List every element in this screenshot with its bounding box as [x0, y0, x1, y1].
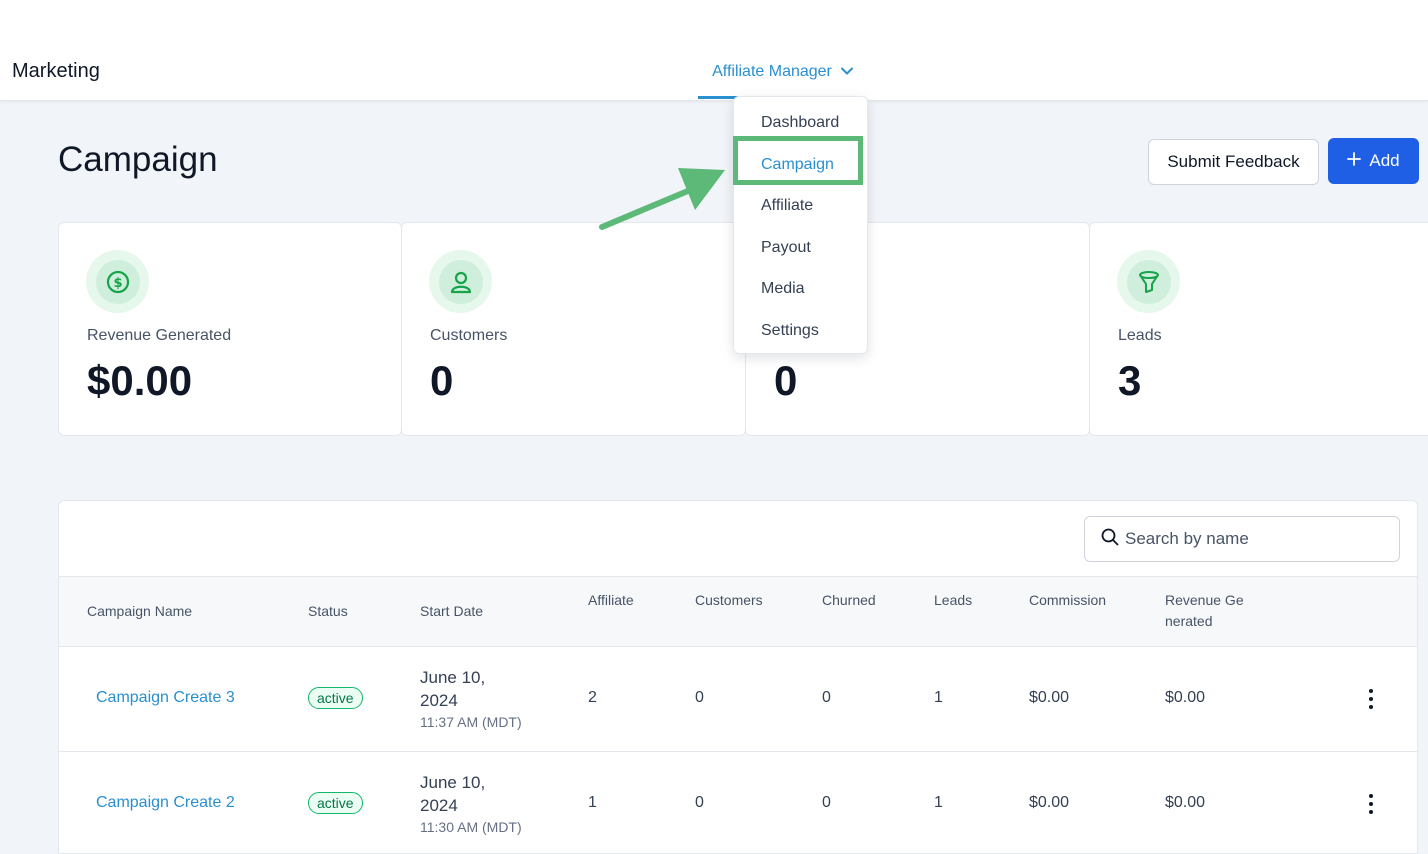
- column-header[interactable]: Churned: [822, 590, 877, 611]
- churned-count: 0: [822, 689, 831, 706]
- active-tab-indicator: [698, 96, 738, 99]
- column-header[interactable]: Revenue Generated: [1165, 590, 1245, 632]
- highlight-box: [733, 136, 863, 185]
- start-date: June 10, 2024: [420, 773, 486, 815]
- start-date: June 10, 2024: [420, 668, 486, 710]
- customers-count: 0: [695, 689, 704, 706]
- menu-item-media[interactable]: Media: [761, 280, 805, 298]
- leads-count: 1: [934, 689, 943, 706]
- churned-count: 0: [822, 794, 831, 811]
- affiliate-count: 1: [588, 794, 597, 811]
- plus-icon: [1347, 151, 1362, 171]
- page-title: Campaign: [58, 140, 218, 179]
- top-bar: Marketing Affiliate Manager: [0, 0, 1428, 101]
- affiliate-count: 2: [588, 689, 597, 706]
- search-icon: [1101, 528, 1119, 551]
- stat-card-customers: Customers 0: [401, 222, 746, 436]
- campaign-table: Campaign Name Status Start Date Affiliat…: [58, 500, 1418, 854]
- menu-item-payout[interactable]: Payout: [761, 239, 811, 257]
- stat-label: Leads: [1118, 327, 1162, 344]
- annotation-arrow-icon: [599, 168, 725, 230]
- stat-value: 3: [1118, 357, 1142, 404]
- campaign-name-link[interactable]: Campaign Create 2: [96, 794, 235, 812]
- column-header[interactable]: Start Date: [420, 601, 483, 622]
- column-header[interactable]: Affiliate: [588, 590, 638, 611]
- commission-value: $0.00: [1029, 689, 1070, 706]
- table-header: Campaign Name Status Start Date Affiliat…: [59, 576, 1417, 647]
- menu-item-dashboard[interactable]: Dashboard: [761, 114, 839, 132]
- user-icon: [429, 250, 492, 313]
- stat-label: Customers: [430, 327, 508, 344]
- stat-value: 0: [430, 357, 454, 404]
- column-header[interactable]: Leads: [934, 590, 974, 611]
- column-header[interactable]: Commission: [1029, 590, 1109, 611]
- search-input[interactable]: [1125, 529, 1385, 549]
- affiliate-manager-menu[interactable]: Affiliate Manager: [698, 60, 868, 101]
- revenue-value: $0.00: [1165, 794, 1206, 811]
- table-row: Campaign Create 3 active June 10, 2024 1…: [59, 647, 1417, 752]
- menu-item-settings[interactable]: Settings: [761, 322, 819, 340]
- submit-feedback-button[interactable]: Submit Feedback: [1148, 139, 1319, 185]
- stat-card-leads: Leads 3: [1089, 222, 1428, 436]
- start-time: 11:37 AM (MDT): [420, 714, 522, 730]
- leads-count: 1: [934, 794, 943, 811]
- start-time: 11:30 AM (MDT): [420, 819, 522, 835]
- more-options-icon[interactable]: [1361, 684, 1381, 714]
- commission-value: $0.00: [1029, 794, 1070, 811]
- column-header[interactable]: Campaign Name: [87, 601, 192, 622]
- customers-count: 0: [695, 794, 704, 811]
- search-box[interactable]: [1084, 516, 1400, 562]
- stat-card-revenue: $ Revenue Generated $0.00: [58, 222, 402, 436]
- revenue-value: $0.00: [1165, 689, 1206, 706]
- funnel-icon: [1117, 250, 1180, 313]
- add-button[interactable]: Add: [1328, 138, 1419, 184]
- affiliate-manager-dropdown: Dashboard Campaign Affiliate Payout Medi…: [733, 96, 868, 354]
- stat-value: 0: [774, 357, 798, 404]
- status-badge: active: [308, 687, 363, 709]
- dollar-icon: $: [86, 250, 149, 313]
- table-row: Campaign Create 2 active June 10, 2024 1…: [59, 752, 1417, 853]
- column-header[interactable]: Status: [308, 601, 348, 622]
- status-badge: active: [308, 792, 363, 814]
- svg-text:$: $: [113, 276, 122, 291]
- more-options-icon[interactable]: [1361, 789, 1381, 819]
- add-label: Add: [1369, 151, 1400, 170]
- brand-title: Marketing: [12, 60, 100, 82]
- campaign-name-link[interactable]: Campaign Create 3: [96, 689, 235, 707]
- stat-label: Revenue Generated: [87, 327, 232, 344]
- stat-value: $0.00: [87, 357, 193, 404]
- column-header[interactable]: Customers: [695, 590, 767, 611]
- menu-item-affiliate[interactable]: Affiliate: [761, 197, 813, 215]
